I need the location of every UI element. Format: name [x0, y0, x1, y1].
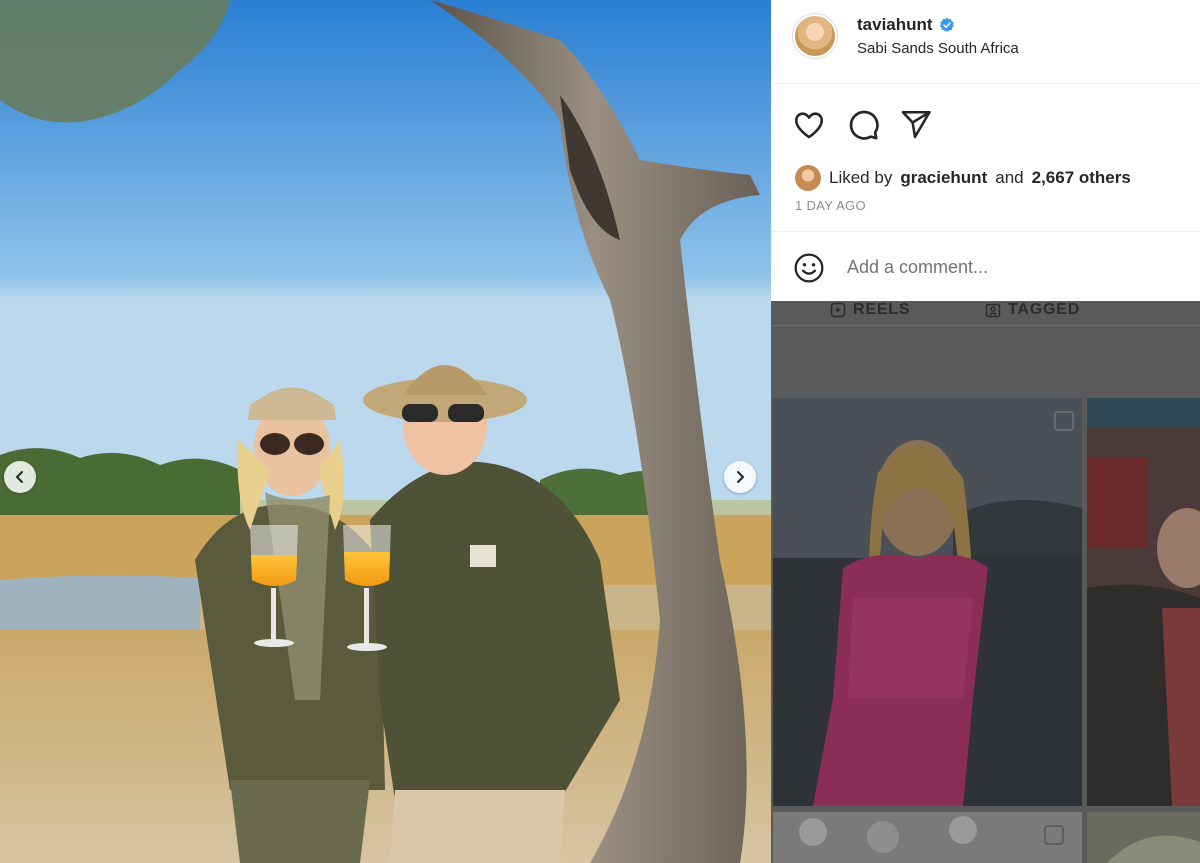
- username-row: taviahunt: [857, 15, 955, 35]
- grid-post-thumbnail[interactable]: [773, 812, 1082, 863]
- chevron-left-icon: [16, 471, 23, 483]
- liker-username[interactable]: graciehunt: [900, 168, 987, 188]
- grid-post-thumbnail[interactable]: [1087, 812, 1200, 863]
- post-header: taviahunt Sabi Sands South Africa: [771, 0, 1200, 84]
- comment-button[interactable]: [846, 108, 880, 142]
- next-photo-button[interactable]: [724, 461, 756, 493]
- post-sidebar: taviahunt Sabi Sands South Africa Liked …: [771, 0, 1200, 863]
- username-link[interactable]: taviahunt: [857, 15, 933, 35]
- post-timestamp[interactable]: 1 DAY AGO: [795, 198, 866, 213]
- location-link[interactable]: Sabi Sands South Africa: [857, 40, 1019, 57]
- grid-post-thumbnail[interactable]: [1087, 398, 1200, 806]
- thumbnail-image: [1087, 812, 1200, 863]
- safari-photo-illustration: [0, 0, 771, 863]
- profile-background-dimmed: REELS TAGGED: [771, 301, 1200, 863]
- avatar[interactable]: [793, 14, 837, 58]
- tab-tagged-label: TAGGED: [1008, 301, 1081, 318]
- heart-icon: [794, 112, 824, 139]
- tab-reels-label: REELS: [853, 301, 911, 318]
- previous-photo-button[interactable]: [4, 461, 36, 493]
- comment-composer: [771, 231, 1200, 301]
- liked-by-label: Liked by: [829, 168, 893, 187]
- post-photo: [0, 0, 771, 863]
- tagged-icon: [985, 303, 1001, 318]
- verified-badge-icon: [939, 17, 954, 32]
- thumbnail-image: [773, 398, 1082, 806]
- tab-tagged[interactable]: TAGGED: [985, 301, 1080, 319]
- divider: [771, 325, 1200, 326]
- tab-reels[interactable]: REELS: [830, 301, 910, 319]
- comment-input[interactable]: [847, 252, 1167, 282]
- paper-plane-icon: [901, 110, 931, 139]
- reels-icon: [830, 302, 846, 318]
- liked-by-and: and: [995, 168, 1024, 187]
- emoji-button[interactable]: [793, 252, 825, 284]
- liker-avatar[interactable]: [795, 165, 821, 191]
- smiley-icon: [794, 253, 824, 283]
- comment-bubble-icon: [849, 110, 879, 140]
- instagram-post-modal: taviahunt Sabi Sands South Africa Liked …: [0, 0, 1200, 863]
- likes-others-count[interactable]: 2,667 others: [1032, 168, 1131, 188]
- share-button[interactable]: [899, 108, 933, 142]
- likes-summary: Liked by graciehunt and 2,667 others: [795, 165, 1131, 191]
- like-button[interactable]: [792, 108, 826, 142]
- thumbnail-image: [773, 812, 1082, 863]
- chevron-right-icon: [737, 471, 744, 483]
- post-actions: [771, 100, 1200, 150]
- grid-post-thumbnail[interactable]: [773, 398, 1082, 806]
- thumbnail-image: [1087, 398, 1200, 806]
